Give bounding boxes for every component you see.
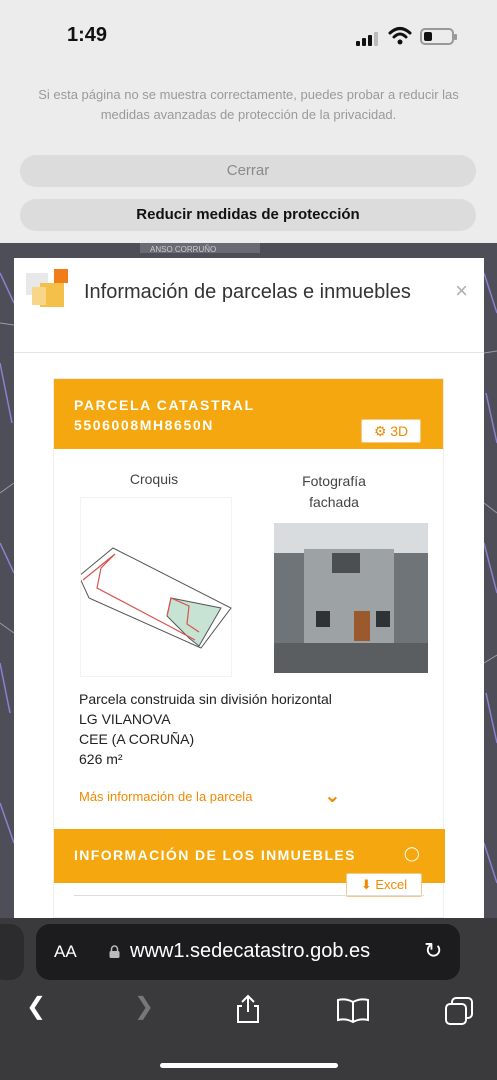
bookmarks-icon[interactable] <box>336 998 370 1024</box>
croquis-image[interactable] <box>78 497 232 677</box>
photo-label-line1: Fotografía <box>302 473 366 489</box>
address-bar[interactable]: AA www1.sedecatastro.gob.es ↻ <box>36 924 460 980</box>
parcel-reference: 5506008MH8650N <box>74 417 214 433</box>
comment-icon: ◯ <box>404 845 420 861</box>
catastro-logo <box>26 269 68 307</box>
browser-toolbar: AA www1.sedecatastro.gob.es ↻ ❮ ❯ <box>0 918 497 1080</box>
wifi-icon <box>388 27 412 45</box>
excel-download-button[interactable]: ⬇ Excel <box>346 873 422 897</box>
reload-icon[interactable]: ↻ <box>424 938 442 964</box>
3d-icon: ⚙ <box>373 423 387 439</box>
close-icon[interactable]: × <box>455 278 468 304</box>
battery-icon <box>420 28 457 45</box>
share-icon[interactable] <box>234 994 262 1024</box>
banner-message: Si esta página no se muestra correctamen… <box>38 87 459 122</box>
url-text[interactable]: www1.sedecatastro.gob.es <box>130 940 370 963</box>
status-time: 1:49 <box>67 24 108 46</box>
close-banner-button[interactable]: Cerrar <box>20 155 476 187</box>
photo-label: Fotografía fachada <box>294 471 374 513</box>
inmuebles-title: INFORMACIÓN DE LOS INMUEBLES <box>74 847 356 863</box>
parcel-municipality: CEE (A CORUÑA) <box>79 731 195 747</box>
previous-tab-preview[interactable] <box>0 924 24 980</box>
photo-label-line2: fachada <box>309 494 359 510</box>
tabs-icon[interactable] <box>444 996 474 1026</box>
croquis-label: Croquis <box>129 471 179 487</box>
excel-label: Excel <box>375 877 408 892</box>
chevron-down-icon[interactable]: ⌄ <box>324 783 341 808</box>
map-road-label: ANSO CORRUÑO <box>150 245 216 254</box>
aa-label: AA <box>54 942 77 961</box>
parcel-card: PARCELA CATASTRAL 5506008MH8650N ⚙ 3D Cr… <box>53 378 445 918</box>
modal-title: Información de parcelas e inmuebles <box>84 281 411 303</box>
parcel-info-modal: Información de parcelas e inmuebles × PA… <box>14 258 484 918</box>
back-icon[interactable]: ❮ <box>26 992 46 1021</box>
download-icon: ⬇ <box>360 877 372 892</box>
forward-icon[interactable]: ❯ <box>134 992 154 1021</box>
parcel-title-line1: PARCELA CATASTRAL <box>74 397 255 413</box>
privacy-banner: Si esta página no se muestra correctamen… <box>0 75 497 243</box>
divider <box>74 895 424 896</box>
facade-photo[interactable] <box>274 523 428 673</box>
parcel-images: Croquis Fotografía fachada <box>54 471 445 681</box>
reduce-protection-button[interactable]: Reducir medidas de protección <box>20 199 476 231</box>
more-info-link[interactable]: Más información de la parcela <box>79 789 252 804</box>
parcel-details: Parcela construida sin división horizont… <box>79 689 332 769</box>
parcel-area: 626 m² <box>79 751 123 767</box>
view-3d-label: 3D <box>390 423 409 439</box>
parcel-card-header: PARCELA CATASTRAL 5506008MH8650N ⚙ 3D <box>54 379 443 449</box>
parcel-type: Parcela construida sin división horizont… <box>79 691 332 707</box>
view-3d-button[interactable]: ⚙ 3D <box>361 419 421 443</box>
signal-icon <box>356 30 382 46</box>
lock-icon <box>109 945 120 958</box>
status-bar: 1:49 <box>0 0 497 75</box>
home-indicator <box>160 1063 338 1068</box>
reader-settings-button[interactable]: AA <box>54 942 77 962</box>
modal-header: Información de parcelas e inmuebles × <box>14 258 484 353</box>
parcel-title: PARCELA CATASTRAL 5506008MH8650N <box>74 395 334 435</box>
parcel-location: LG VILANOVA <box>79 711 171 727</box>
